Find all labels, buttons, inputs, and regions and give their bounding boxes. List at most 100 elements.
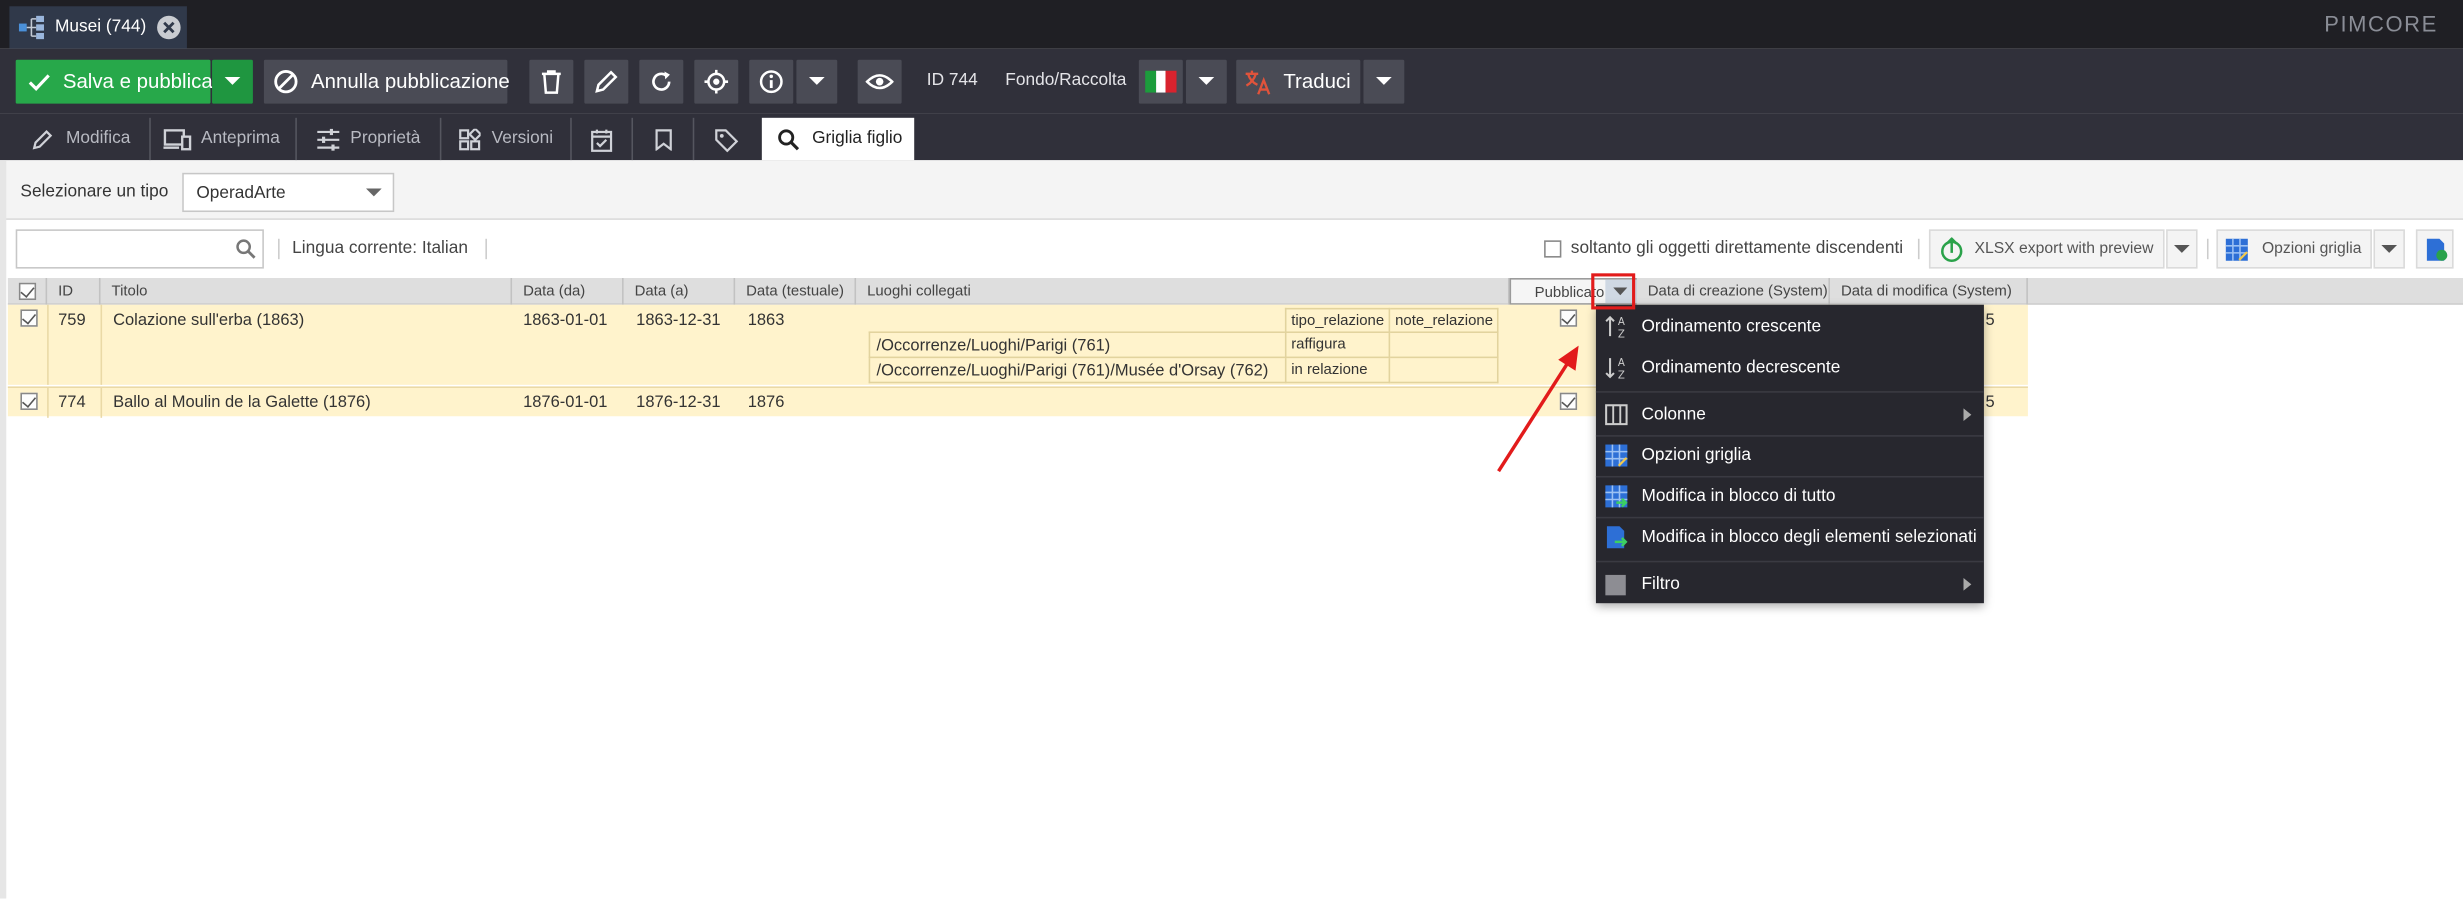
- language-button[interactable]: [1138, 59, 1183, 104]
- column-header-label: Data (testuale): [746, 282, 845, 301]
- svg-text:A: A: [1618, 317, 1625, 328]
- menu-item-label: Colonne: [1641, 405, 1706, 425]
- select-all-checkbox[interactable]: [18, 282, 37, 301]
- row-checkbox[interactable]: [20, 309, 38, 327]
- type-select-value: OperadArte: [196, 183, 286, 203]
- grid-options-dropdown[interactable]: [2373, 229, 2405, 269]
- tab-schedule[interactable]: [573, 117, 634, 161]
- column-header-date-from[interactable]: Data (da): [512, 278, 624, 305]
- translate-dropdown[interactable]: [1363, 59, 1405, 104]
- grid-config-button[interactable]: [2415, 229, 2454, 269]
- chevron-down-icon: [365, 188, 382, 197]
- translate-button[interactable]: Traduci: [1236, 59, 1361, 104]
- unpublish-button[interactable]: Annulla pubblicazione: [263, 59, 510, 104]
- places-type-header: tipo_relazione: [1284, 307, 1391, 334]
- reload-button[interactable]: [639, 59, 684, 104]
- preview-button[interactable]: [857, 59, 902, 104]
- grid-options-icon: [2225, 238, 2248, 261]
- only-direct-children-checkbox[interactable]: [1544, 240, 1562, 258]
- divider: [2206, 238, 2209, 260]
- divider: [278, 238, 280, 260]
- info-button[interactable]: [749, 59, 794, 104]
- save-publish-button[interactable]: Salva e pubblica: [15, 59, 213, 104]
- menu-item-columns[interactable]: Colonne: [1596, 394, 1984, 435]
- caret-down-icon: [224, 76, 241, 85]
- trash-icon: [541, 70, 561, 94]
- close-tab-button[interactable]: [157, 15, 181, 40]
- menu-item-batch-edit-all[interactable]: Modifica in blocco di tutto: [1596, 476, 1984, 517]
- submenu-arrow-icon: [1963, 408, 1972, 421]
- select-all-header[interactable]: [8, 278, 48, 305]
- save-publish-label: Salva e pubblica: [62, 69, 213, 93]
- caret-down-icon: [2381, 245, 2398, 253]
- row-title: Ballo al Moulin de la Galette (1876): [113, 392, 371, 412]
- sort-asc-icon: AZ: [1605, 315, 1625, 339]
- column-header-label: Data di creazione (System): [1647, 282, 1828, 301]
- tab-versions[interactable]: Versioni: [443, 117, 572, 161]
- info-options-dropdown[interactable]: [796, 59, 838, 104]
- translate-icon: [1245, 70, 1271, 95]
- tab-edit[interactable]: Modifica: [16, 117, 151, 161]
- bookmark-icon: [655, 129, 672, 151]
- tab-edit-label: Modifica: [65, 128, 131, 148]
- svg-text:A: A: [1618, 358, 1625, 369]
- column-header-date-text[interactable]: Data (testuale): [735, 278, 857, 305]
- tab-children-grid[interactable]: Griglia figlio: [761, 117, 915, 161]
- tab-properties[interactable]: Proprietà: [298, 117, 442, 161]
- column-header-places[interactable]: Luoghi collegati: [856, 278, 1510, 305]
- xlsx-export-button[interactable]: XLSX export with preview: [1928, 229, 2165, 269]
- menu-item-sort-asc[interactable]: AZ Ordinamento crescente: [1596, 306, 1984, 347]
- type-select[interactable]: OperadArte: [182, 172, 395, 213]
- menu-item-sort-desc[interactable]: AZ Ordinamento decrescente: [1596, 347, 1984, 388]
- column-header-created[interactable]: Data di creazione (System): [1637, 278, 1830, 305]
- menu-item-label: Modifica in blocco di tutto: [1641, 486, 1836, 506]
- language-dropdown[interactable]: [1185, 59, 1227, 104]
- row-id: 774: [58, 392, 86, 412]
- menu-separator: [1595, 391, 1984, 393]
- tab-notes[interactable]: [635, 117, 695, 161]
- column-header-label: ID: [58, 282, 74, 301]
- place-path[interactable]: /Occorrenze/Luoghi/Parigi (761)/Musée d'…: [868, 356, 1287, 384]
- title-bar: Musei (744) PIMCORE: [0, 0, 2463, 49]
- versions-icon: [459, 128, 481, 151]
- tab-tags[interactable]: [696, 118, 759, 160]
- export-options-dropdown[interactable]: [2166, 229, 2198, 269]
- grid-options-button[interactable]: Opzioni griglia: [2216, 229, 2372, 269]
- panel-splitter[interactable]: [0, 160, 7, 899]
- menu-item-batch-edit-selected[interactable]: Modifica in blocco degli elementi selezi…: [1596, 517, 1984, 558]
- row-date-from: 1863-01-01: [523, 311, 608, 330]
- row-date-to: 1876-12-31: [636, 392, 721, 412]
- search-input[interactable]: [15, 229, 264, 269]
- menu-item-filter[interactable]: Filtro: [1596, 564, 1984, 605]
- close-icon: [163, 21, 175, 34]
- delete-button[interactable]: [529, 59, 574, 104]
- column-header-label: Titolo: [111, 282, 148, 301]
- place-path[interactable]: /Occorrenze/Luoghi/Parigi (761): [868, 331, 1287, 359]
- object-tabs: Modifica Anteprima Proprietà Versioni Gr…: [0, 113, 2463, 161]
- save-options-dropdown[interactable]: [212, 59, 253, 104]
- row-date-from: 1876-01-01: [523, 392, 608, 412]
- places-table: tipo_relazione note_relazione /Occorrenz…: [868, 307, 1500, 384]
- places-empty-head: [869, 309, 1285, 333]
- grid-options-icon: [1605, 444, 1628, 467]
- column-separator: [100, 387, 103, 418]
- menu-separator: [1595, 560, 1984, 563]
- column-header-modified[interactable]: Data di modifica (System): [1830, 278, 2028, 305]
- caret-down-icon: [808, 76, 825, 85]
- grid-search-bar: Lingua corrente: Italian soltanto gli og…: [0, 219, 2463, 279]
- show-in-tree-button[interactable]: [694, 59, 739, 104]
- eye-icon: [865, 74, 894, 90]
- column-header-date-to[interactable]: Data (a): [624, 278, 736, 305]
- document-tab[interactable]: Musei (744): [9, 6, 187, 49]
- caret-down-icon: [2173, 245, 2190, 253]
- menu-item-grid-options[interactable]: Opzioni griglia: [1596, 435, 1984, 476]
- published-checkbox[interactable]: [1559, 309, 1578, 327]
- row-id: 759: [58, 311, 86, 330]
- tab-children-grid-label: Griglia figlio: [812, 128, 903, 148]
- column-header-title[interactable]: Titolo: [101, 278, 513, 305]
- row-checkbox[interactable]: [20, 392, 38, 410]
- rename-button[interactable]: [584, 59, 629, 104]
- column-header-id[interactable]: ID: [47, 278, 101, 305]
- tab-preview[interactable]: Anteprima: [152, 117, 297, 161]
- sliders-icon: [317, 128, 340, 151]
